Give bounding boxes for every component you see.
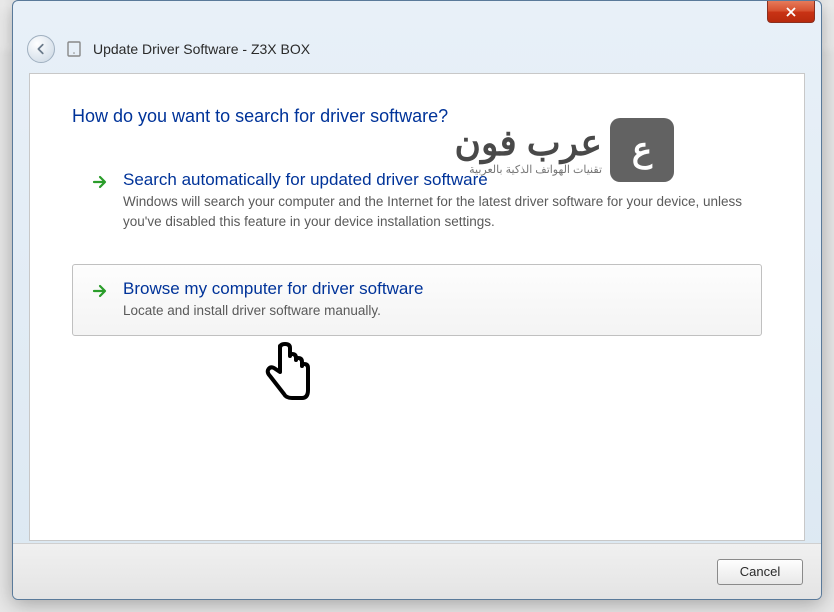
close-button[interactable] (767, 1, 815, 23)
arrow-right-icon (91, 282, 109, 300)
close-icon (786, 7, 796, 17)
back-arrow-icon (34, 42, 48, 56)
back-button[interactable] (27, 35, 55, 63)
option-browse-computer[interactable]: Browse my computer for driver software L… (72, 264, 762, 336)
main-heading: How do you want to search for driver sof… (72, 106, 762, 127)
option-description: Locate and install driver software manua… (123, 301, 743, 321)
option-search-automatically[interactable]: Search automatically for updated driver … (72, 155, 762, 246)
arrow-right-icon (91, 173, 109, 191)
dialog-window: Update Driver Software - Z3X BOX How do … (12, 0, 822, 600)
content-panel: How do you want to search for driver sof… (29, 73, 805, 541)
option-title: Browse my computer for driver software (123, 279, 743, 299)
header-row: Update Driver Software - Z3X BOX (13, 29, 821, 69)
titlebar (13, 1, 821, 29)
option-title: Search automatically for updated driver … (123, 170, 743, 190)
window-title: Update Driver Software - Z3X BOX (93, 41, 310, 57)
cancel-button[interactable]: Cancel (717, 559, 803, 585)
footer-bar: Cancel (13, 543, 821, 599)
device-icon (65, 40, 83, 58)
option-description: Windows will search your computer and th… (123, 192, 743, 231)
